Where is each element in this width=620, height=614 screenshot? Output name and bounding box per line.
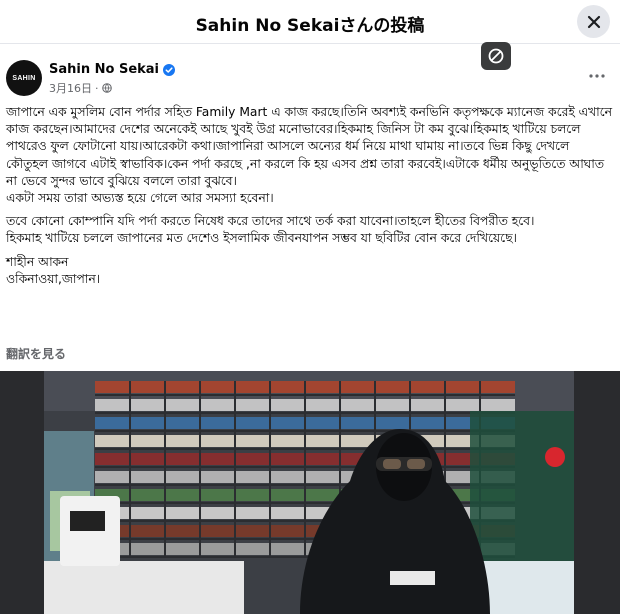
post-paragraph: হিকমাহ খাটিয়ে চললে জাপানের মত দেশেও ইসল…	[6, 231, 517, 246]
post-location: ওকিনাওয়া,জাপান।	[6, 271, 101, 286]
post-paragraph: একটা সময় তারা অভ্যস্ত হয়ে গেলে আর সমস্…	[6, 191, 274, 206]
author-name: Sahin No Sekai	[49, 62, 160, 77]
post-paragraph: জাপানে এক মুসলিম বোন পর্দার সহিত Family …	[6, 105, 612, 188]
post-signature: শাহীন আকন	[6, 254, 69, 269]
avatar[interactable]: SAHIN	[6, 60, 42, 96]
post-meta: 3月16日 ·	[49, 80, 112, 96]
post-text: জাপানে এক মুসলিম বোন পর্দার সহিত Family …	[6, 104, 612, 288]
more-options-button[interactable]	[586, 66, 608, 86]
close-button[interactable]	[577, 5, 610, 38]
author-name-link[interactable]: Sahin No Sekai	[49, 62, 176, 77]
globe-icon[interactable]	[101, 83, 112, 93]
dialog-title: Sahin No Sekaiさんの投稿	[195, 16, 425, 36]
post-photo[interactable]	[0, 371, 620, 614]
dialog-header: Sahin No Sekaiさんの投稿	[0, 0, 620, 44]
post-header: SAHIN Sahin No Sekai 3月16日 ·	[0, 56, 620, 100]
close-icon	[587, 15, 600, 28]
avatar-text: SAHIN	[12, 74, 36, 82]
verified-badge-icon	[163, 63, 176, 76]
more-horizontal-icon	[589, 74, 605, 78]
meta-separator: ·	[95, 81, 99, 95]
see-translation-link[interactable]: 翻訳を見る	[6, 345, 66, 362]
post-paragraph: তবে কোনো কোম্পানি যদি পর্দা করতে নিষেধ ক…	[6, 214, 535, 229]
store-photo-image	[44, 371, 574, 614]
post-date-link[interactable]: 3月16日	[49, 80, 92, 96]
